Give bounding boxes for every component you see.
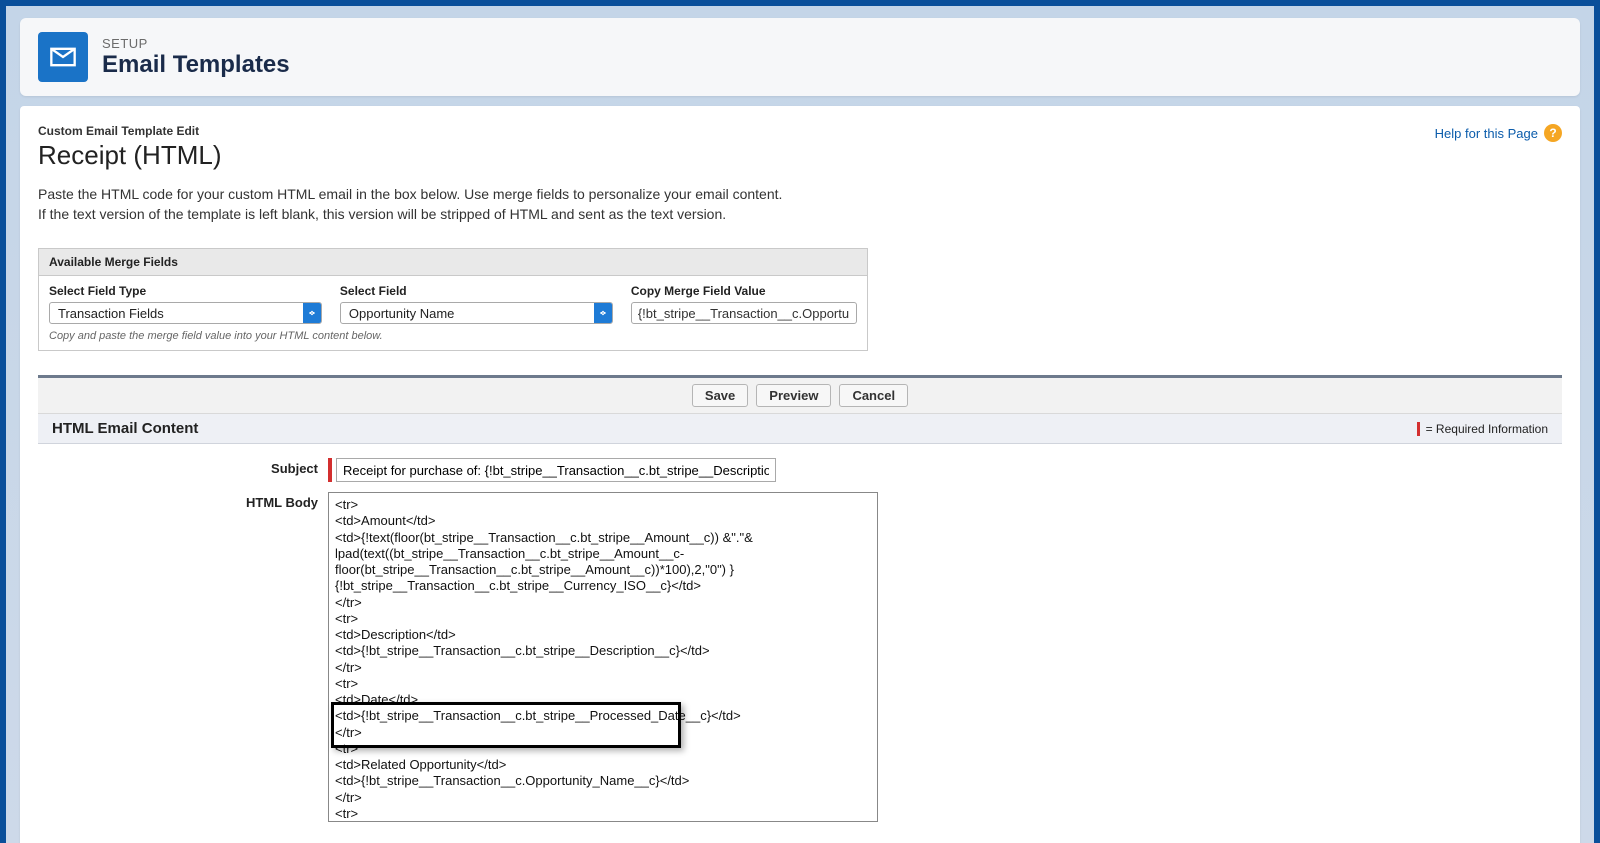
setup-header: SETUP Email Templates <box>20 18 1580 96</box>
merge-fields-box: Available Merge Fields Select Field Type… <box>38 248 868 351</box>
breadcrumb: Custom Email Template Edit <box>38 124 221 138</box>
help-icon: ? <box>1544 124 1562 142</box>
required-legend-text: = Required Information <box>1426 422 1548 436</box>
chevron-down-icon <box>594 303 612 323</box>
required-marker-icon <box>328 458 332 482</box>
merge-fields-title: Available Merge Fields <box>39 249 867 276</box>
subject-label: Subject <box>38 458 328 476</box>
copy-value-label: Copy Merge Field Value <box>631 284 857 298</box>
cancel-button[interactable]: Cancel <box>839 384 908 407</box>
section-title: HTML Email Content <box>52 420 198 437</box>
main-panel: Custom Email Template Edit Receipt (HTML… <box>20 106 1580 843</box>
section-head: HTML Email Content = Required Informatio… <box>38 414 1562 444</box>
merge-note: Copy and paste the merge field value int… <box>49 330 857 342</box>
intro-text: Paste the HTML code for your custom HTML… <box>38 185 1562 224</box>
html-body-textarea[interactable] <box>328 492 878 822</box>
required-legend: = Required Information <box>1417 422 1548 436</box>
header-eyebrow: SETUP <box>102 36 290 51</box>
preview-button[interactable]: Preview <box>756 384 831 407</box>
button-bar: Save Preview Cancel <box>38 378 1562 414</box>
form-area: Subject HTML Body <box>38 444 1562 822</box>
field-select[interactable]: Opportunity Name <box>340 302 613 324</box>
chevron-down-icon <box>303 303 321 323</box>
email-icon <box>38 32 88 82</box>
required-marker-icon <box>1417 422 1420 436</box>
app-frame: SETUP Email Templates Custom Email Templ… <box>0 0 1600 843</box>
page-title: Receipt (HTML) <box>38 140 221 171</box>
field-type-label: Select Field Type <box>49 284 322 298</box>
body-label: HTML Body <box>38 492 328 510</box>
field-type-select[interactable]: Transaction Fields <box>49 302 322 324</box>
help-link-label: Help for this Page <box>1435 126 1538 141</box>
page-head: Custom Email Template Edit Receipt (HTML… <box>38 124 1562 171</box>
field-select-label: Select Field <box>340 284 613 298</box>
intro-line-1: Paste the HTML code for your custom HTML… <box>38 185 1562 205</box>
field-select-value: Opportunity Name <box>341 303 594 323</box>
header-title: Email Templates <box>102 51 290 79</box>
header-text: SETUP Email Templates <box>102 36 290 79</box>
copy-value-input[interactable] <box>631 302 857 324</box>
field-type-value: Transaction Fields <box>50 303 303 323</box>
help-link[interactable]: Help for this Page ? <box>1435 124 1562 142</box>
save-button[interactable]: Save <box>692 384 748 407</box>
subject-input[interactable] <box>336 458 776 482</box>
intro-line-2: If the text version of the template is l… <box>38 205 1562 225</box>
